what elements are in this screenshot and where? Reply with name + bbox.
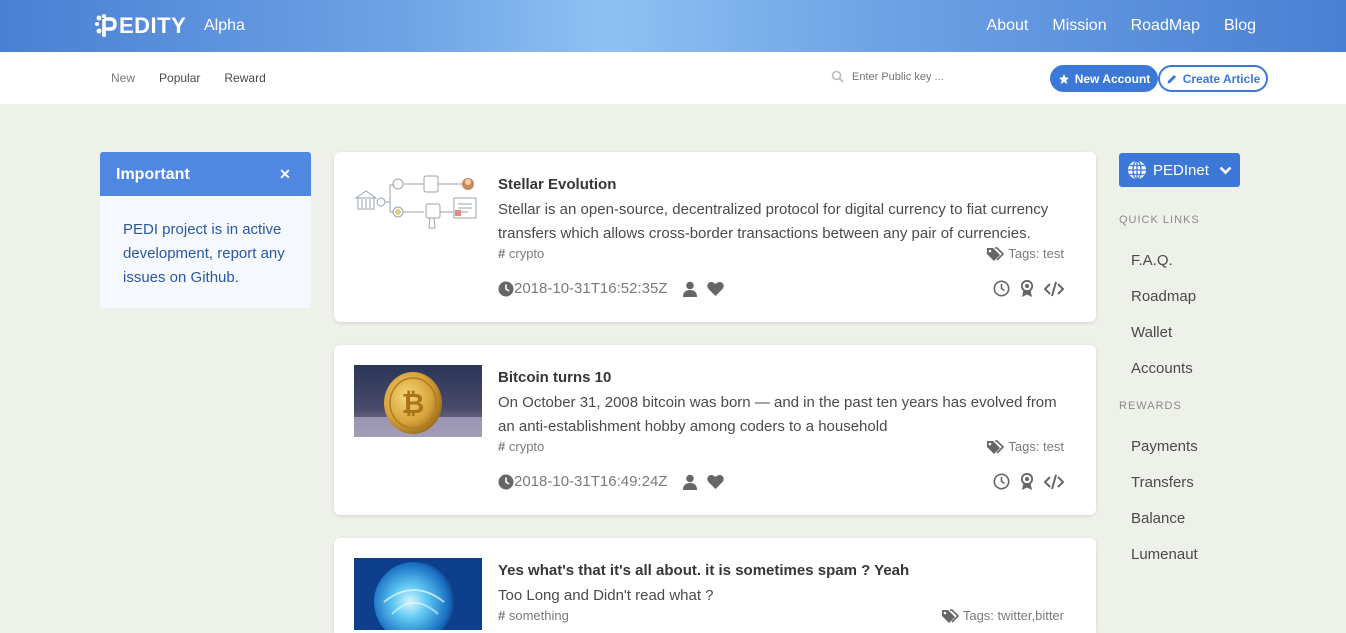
quick-links-label: QUICK LINKS <box>1119 214 1200 226</box>
article-timestamp: 2018-10-31T16:49:24Z <box>498 473 667 490</box>
svg-text:₿: ₿ <box>402 388 425 419</box>
sidebar-item-lumenaut[interactable]: Lumenaut <box>1131 546 1198 563</box>
message-title: Important <box>116 166 190 183</box>
pencil-icon <box>1166 73 1178 85</box>
user-icon[interactable] <box>683 281 698 297</box>
brand-name: EDITY <box>119 13 187 38</box>
clock-icon <box>498 281 514 297</box>
tab-reward[interactable]: Reward <box>224 71 265 85</box>
category-label: crypto <box>508 439 545 454</box>
new-account-label: New Account <box>1074 71 1151 86</box>
logo[interactable]: EDITY <box>95 12 186 40</box>
sidebar-item-wallet[interactable]: Wallet <box>1131 324 1172 341</box>
alpha-label: Alpha <box>204 17 245 34</box>
nav-roadmap[interactable]: RoadMap <box>1131 17 1200 35</box>
create-article-label: Create Article <box>1182 71 1261 86</box>
heart-icon[interactable] <box>707 474 725 489</box>
pedi-logo-icon <box>95 14 117 38</box>
article-category[interactable]: # something <box>498 608 569 623</box>
article-actions <box>993 473 1064 490</box>
sidebar-item-transfers[interactable]: Transfers <box>1131 474 1194 491</box>
article-tags: Tags: twitter,bitter <box>941 608 1064 623</box>
category-label: something <box>508 608 569 623</box>
chevron-down-icon <box>1219 166 1232 175</box>
tags-label: Tags: test <box>1008 439 1064 454</box>
award-icon[interactable] <box>1020 280 1034 297</box>
feed-tabs: New Popular Reward <box>111 71 266 85</box>
rewards-label: REWARDS <box>1119 400 1182 412</box>
search-icon <box>831 70 844 83</box>
hash-icon: # <box>498 246 506 261</box>
article-tags: Tags: test <box>986 439 1064 454</box>
category-label: crypto <box>508 246 545 261</box>
clock-icon <box>498 474 514 490</box>
history-icon[interactable] <box>993 280 1010 297</box>
article-card[interactable]: Yes what's that it's all about. it is so… <box>334 538 1096 633</box>
sidebar-item-balance[interactable]: Balance <box>1131 510 1185 527</box>
sidebar-item-accounts[interactable]: Accounts <box>1131 360 1193 377</box>
timestamp-text: 2018-10-31T16:52:35Z <box>514 280 668 297</box>
article-thumbnail[interactable]: ₿ <box>354 365 482 437</box>
article-category[interactable]: # crypto <box>498 439 544 454</box>
sidebar-item-payments[interactable]: Payments <box>1131 438 1198 455</box>
tags-icon <box>986 439 1005 454</box>
article-meta: 2018-10-31T16:49:24Z <box>498 473 725 490</box>
award-icon[interactable] <box>1020 473 1034 490</box>
article-description: Stellar is an open-source, decentralized… <box>498 201 1049 242</box>
network-label: PEDInet <box>1153 161 1209 179</box>
article-actions <box>993 280 1064 297</box>
sub-navbar: New Popular Reward New Account Create Ar… <box>0 52 1346 104</box>
tags-label: Tags: twitter,bitter <box>962 608 1064 623</box>
code-icon[interactable] <box>1044 281 1064 297</box>
top-navbar: EDITY Alpha About Mission RoadMap Blog <box>0 0 1346 52</box>
article-thumbnail[interactable] <box>354 172 482 244</box>
history-icon[interactable] <box>993 473 1010 490</box>
article-card[interactable]: ₿ Bitcoin turns 10 On October 31, 2008 b… <box>334 345 1096 515</box>
tags-icon <box>941 608 959 623</box>
tags-icon <box>986 246 1005 261</box>
important-message: Important ✕ PEDI project is in active de… <box>100 152 311 308</box>
close-icon[interactable]: ✕ <box>277 166 293 182</box>
new-account-button[interactable]: New Account <box>1050 65 1158 92</box>
article-meta: 2018-10-31T16:52:35Z <box>498 280 725 297</box>
article-title[interactable]: Bitcoin turns 10 <box>498 369 611 386</box>
nav-blog[interactable]: Blog <box>1224 17 1256 35</box>
message-body: PEDI project is in active development, r… <box>123 221 285 286</box>
sidebar-item-faq[interactable]: F.A.Q. <box>1131 252 1173 269</box>
article-title[interactable]: Stellar Evolution <box>498 176 616 193</box>
hash-icon: # <box>498 439 506 454</box>
article-category[interactable]: # crypto <box>498 246 544 261</box>
code-icon[interactable] <box>1044 474 1064 490</box>
tab-popular[interactable]: Popular <box>159 71 200 85</box>
article-card[interactable]: Stellar Evolution Stellar is an open-sou… <box>334 152 1096 322</box>
article-timestamp: 2018-10-31T16:52:35Z <box>498 280 667 297</box>
star-icon <box>1058 73 1070 85</box>
article-description: Too Long and Didn't read what ? <box>498 587 714 604</box>
user-icon[interactable] <box>683 474 698 490</box>
tags-label: Tags: test <box>1008 246 1064 261</box>
article-title[interactable]: Yes what's that it's all about. it is so… <box>498 562 909 579</box>
heart-icon[interactable] <box>707 281 725 296</box>
search-box <box>831 70 1002 83</box>
nav-about[interactable]: About <box>987 17 1029 35</box>
globe-icon <box>1127 160 1147 180</box>
hash-icon: # <box>498 608 506 623</box>
sidebar-item-roadmap[interactable]: Roadmap <box>1131 288 1196 305</box>
top-nav-links: About Mission RoadMap Blog <box>987 17 1256 35</box>
timestamp-text: 2018-10-31T16:49:24Z <box>514 473 668 490</box>
article-description: On October 31, 2008 bitcoin was born — a… <box>498 394 1057 435</box>
nav-mission[interactable]: Mission <box>1052 17 1106 35</box>
tab-new[interactable]: New <box>111 71 135 85</box>
create-article-button[interactable]: Create Article <box>1158 65 1268 92</box>
article-thumbnail[interactable] <box>354 558 482 630</box>
public-key-search-input[interactable] <box>852 70 1002 83</box>
article-tags: Tags: test <box>986 246 1064 261</box>
network-dropdown-button[interactable]: PEDInet <box>1119 153 1240 187</box>
message-header: Important ✕ <box>100 152 311 196</box>
